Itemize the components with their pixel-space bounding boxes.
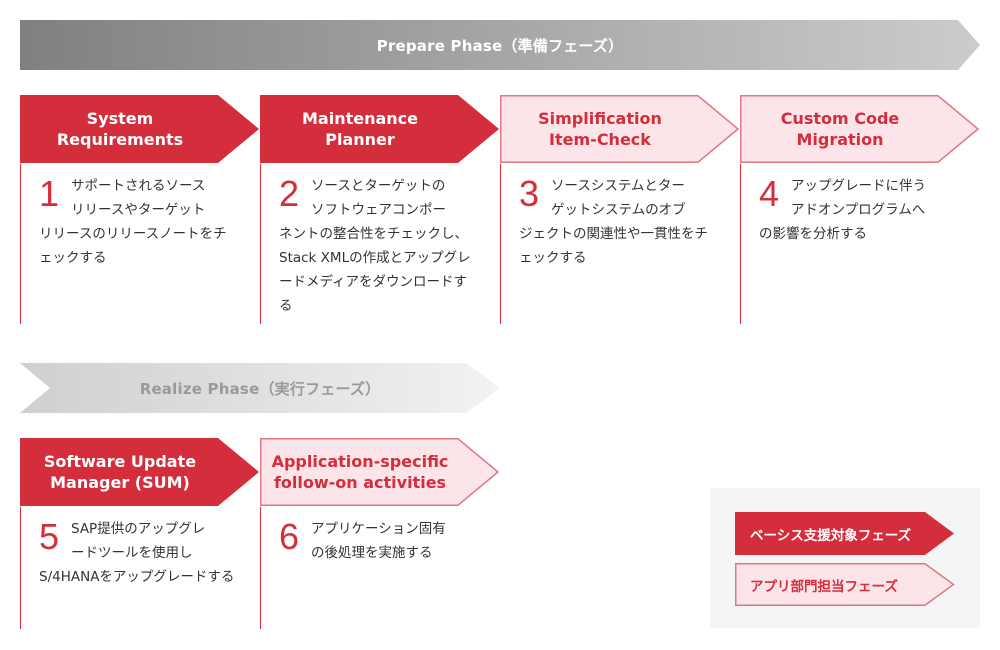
step-description-rest: リリースのリリースノートをチェックする (39, 226, 227, 266)
step-title: Simplification Item-Check (538, 109, 662, 149)
step-header: Application-specific follow-on activitie… (260, 438, 500, 506)
prepare-phase-label: Prepare Phase（準備フェーズ） (376, 36, 624, 55)
realize-phase-label: Realize Phase（実行フェーズ） (139, 379, 381, 398)
step-description-line-1: サポートされるソース (71, 178, 206, 194)
step-description: ソースシステムとター ゲットシステムのオブジェクトの関連性や一貫性をチェックする (519, 174, 719, 270)
legend-item-basis: ベーシス支援対象フェーズ (735, 512, 955, 555)
step-body: 1 サポートされるソース リリースやターゲット リリースのリリースノートをチェックする (20, 164, 251, 324)
step-header: System Requirements (20, 95, 260, 163)
legend: ベーシス支援対象フェーズ アプリ部門担当フェーズ (710, 488, 980, 628)
step-description-rest: S/4HANAをアップグレードする (39, 569, 235, 585)
step-description-line-2: アドオンプログラムへ (791, 202, 926, 218)
step-description-line-2: の後処理を実施する (311, 545, 433, 561)
step-body: 3 ソースシステムとター ゲットシステムのオブ ジェクトの関連性や一貫性をチェックする (500, 164, 731, 324)
step-title: Custom Code Migration (780, 109, 900, 149)
step-body: 2 ソースとターゲットの ソフトウェアコンポー ネントの整合性をチェックし、Stack… (260, 164, 491, 324)
step-description-line-2: ゲットシステムのオブ (551, 202, 686, 218)
prepare-phase-banner: Prepare Phase（準備フェーズ） (20, 20, 980, 70)
step-description-rest: ジェクトの関連性や一貫性をチェックする (519, 226, 708, 266)
step-header: Software Update Manager (SUM) (20, 438, 260, 506)
step-title: Application-specific follow-on activitie… (271, 452, 449, 492)
step-description: アップグレードに伴う アドオンプログラムへの影響を分析する (759, 174, 959, 246)
step-header: Simplification Item-Check (500, 95, 740, 163)
step-body: 6 アプリケーション固有 の後処理を実施する (260, 507, 491, 629)
legend-app-label: アプリ部門担当フェーズ (750, 578, 898, 595)
step-description-line-1: ソースシステムとター (551, 178, 685, 194)
step-description-rest: の影響を分析する (759, 226, 867, 242)
step-description-line-1: アップグレードに伴う (791, 178, 926, 194)
step-header: Custom Code Migration (740, 95, 980, 163)
step-description-line-1: SAP提供のアップグレ (71, 521, 206, 537)
legend-basis-label: ベーシス支援対象フェーズ (750, 527, 912, 544)
step-body: 5 SAP提供のアップグレ ードツールを使用し S/4HANAをアップグレードする (20, 507, 251, 629)
legend-item-app: アプリ部門担当フェーズ (735, 563, 955, 606)
step-description-line-2: ソフトウェアコンポー (311, 202, 446, 218)
step-description: SAP提供のアップグレ ードツールを使用し S/4HANAをアップグレードする (39, 517, 239, 589)
step-description-line-1: ソースとターゲットの (311, 178, 446, 194)
step-description: ソースとターゲットの ソフトウェアコンポーネントの整合性をチェックし、Stack … (279, 174, 479, 318)
step-description-line-2: リリースやターゲット (71, 202, 206, 218)
step-description-line-2: ードツールを使用し (71, 545, 193, 561)
step-header: Maintenance Planner (260, 95, 500, 163)
step-title: Maintenance Planner (301, 109, 418, 149)
step-body: 4 アップグレードに伴う アドオンプログラムへ の影響を分析する (740, 164, 971, 324)
realize-phase-banner: Realize Phase（実行フェーズ） (20, 363, 500, 413)
step-description: アプリケーション固有 の後処理を実施する (279, 517, 479, 565)
step-description: サポートされるソース リリースやターゲットリリースのリリースノートをチェックする (39, 174, 239, 270)
step-description-line-1: アプリケーション固有 (311, 521, 446, 537)
step-description-rest: ネントの整合性をチェックし、Stack XMLの作成とアップグレードメディアをダ… (279, 226, 471, 314)
step-title: System Requirements (56, 109, 184, 149)
step-title: Software Update Manager (SUM) (43, 452, 197, 492)
